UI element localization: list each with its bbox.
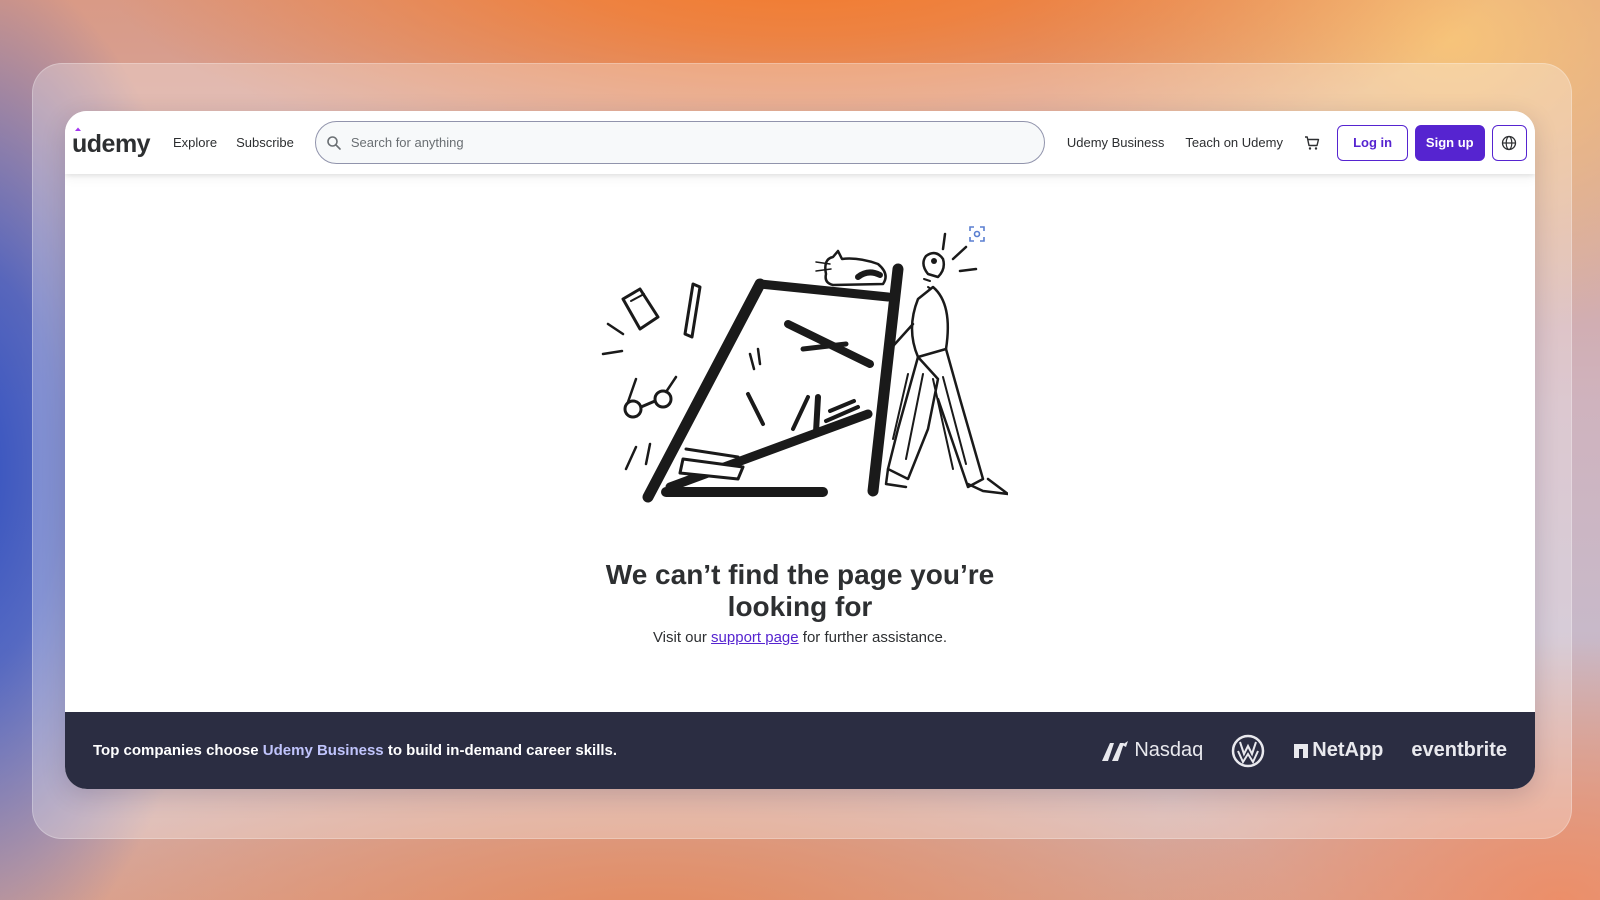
teach-on-udemy-link[interactable]: Teach on Udemy	[1185, 135, 1283, 150]
signup-button[interactable]: Sign up	[1414, 124, 1485, 161]
band-text-after: to build in-demand career skills.	[387, 742, 618, 759]
udemy-business-highlight[interactable]: Udemy Business	[263, 742, 384, 759]
broken-bookshelf-illustration	[601, 232, 1008, 503]
visual-search-icon[interactable]	[965, 222, 989, 246]
page-title-line2: looking for	[727, 591, 873, 622]
udemy-logo[interactable]: udemy	[72, 126, 154, 160]
business-band: Top companies choose Udemy Business to b…	[65, 712, 1535, 789]
nasdaq-logo: Nasdaq	[1100, 739, 1203, 763]
cart-icon	[1304, 135, 1319, 150]
login-button[interactable]: Log in	[1337, 124, 1408, 161]
page-window: udemy Explore Subscribe Udemy Business T…	[65, 111, 1535, 789]
cart-button[interactable]	[1303, 134, 1321, 152]
search-bar[interactable]	[314, 121, 1045, 164]
error-subtitle: Visit our support page for further assis…	[65, 629, 1535, 646]
site-header: udemy Explore Subscribe Udemy Business T…	[65, 111, 1535, 174]
netapp-logo-mark	[1294, 743, 1309, 758]
netapp-logo-text: NetApp	[1312, 739, 1384, 761]
search-input[interactable]	[350, 135, 1031, 150]
page-title-line1: We can’t find the page you’re	[605, 559, 995, 590]
language-button[interactable]	[1491, 124, 1527, 161]
support-page-link[interactable]: support page	[711, 629, 799, 646]
main-content: We can’t find the page you’re looking fo…	[65, 174, 1535, 704]
subtitle-before: Visit our	[652, 629, 707, 646]
nav-subscribe[interactable]: Subscribe	[236, 135, 294, 150]
nasdaq-logo-text: Nasdaq	[1134, 739, 1204, 761]
udemy-business-link[interactable]: Udemy Business	[1067, 135, 1165, 150]
band-text-before: Top companies choose	[93, 742, 259, 759]
eventbrite-logo: eventbrite	[1411, 739, 1507, 761]
nav-explore[interactable]: Explore	[173, 135, 217, 150]
volkswagen-logo	[1232, 734, 1265, 767]
subtitle-after: for further assistance.	[802, 629, 948, 646]
udemy-logo-mark: udemy	[72, 127, 151, 158]
business-band-text: Top companies choose Udemy Business to b…	[93, 742, 617, 759]
globe-icon	[1502, 135, 1517, 150]
search-icon[interactable]	[326, 135, 342, 151]
svg-text:udemy: udemy	[72, 130, 151, 158]
nasdaq-logo-mark	[1102, 740, 1129, 761]
netapp-logo: NetApp	[1293, 739, 1383, 762]
company-logos: Nasdaq NetApp eventbrite	[1100, 734, 1507, 768]
page-title: We can’t find the page you’re looking fo…	[65, 559, 1535, 623]
